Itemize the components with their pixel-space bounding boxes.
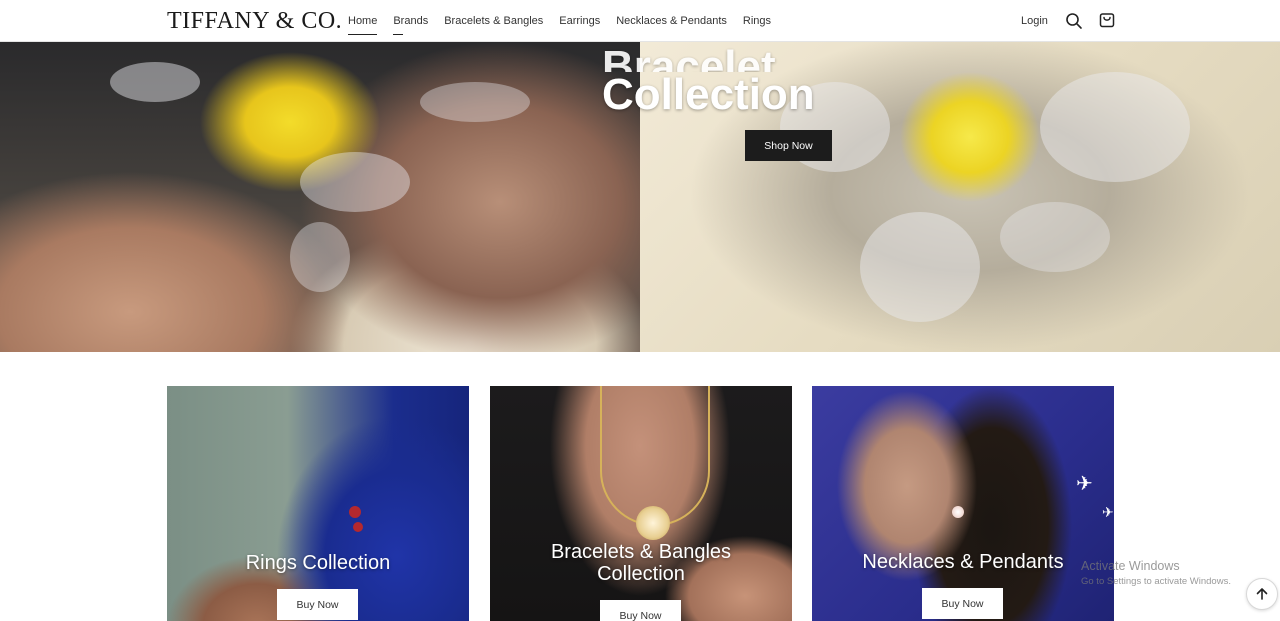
main-nav: Home Brands Bracelets & Bangles Earrings… xyxy=(348,0,787,42)
nav-bracelets-bangles[interactable]: Bracelets & Bangles xyxy=(444,14,543,28)
watermark-subtitle: Go to Settings to activate Windows. xyxy=(1081,576,1231,587)
arrow-up-icon xyxy=(1256,588,1268,600)
scroll-to-top-button[interactable] xyxy=(1246,578,1278,610)
nav-earrings[interactable]: Earrings xyxy=(559,14,600,28)
card-title-line1: Bracelets & Bangles xyxy=(550,541,732,563)
site-header: TIFFANY & CO. Home Brands Bracelets & Ba… xyxy=(0,0,1280,42)
airplane-icon: ✈ xyxy=(1076,473,1093,495)
earring-decoration xyxy=(952,506,964,518)
hero-image-left xyxy=(0,42,640,352)
charm-decoration xyxy=(349,506,361,518)
nav-brands[interactable]: Brands xyxy=(393,14,428,35)
search-icon[interactable] xyxy=(1065,12,1083,30)
watermark-title: Activate Windows xyxy=(1081,559,1180,573)
necklace-decoration xyxy=(600,386,710,526)
buy-now-button[interactable]: Buy Now xyxy=(600,600,681,621)
pendant-decoration xyxy=(636,506,670,540)
hero-title-line1: Bracelet xyxy=(602,44,776,72)
bracelets-bangles-card[interactable]: Bracelets & Bangles Collection Buy Now xyxy=(490,386,792,621)
hero-title: Bracelet Collection xyxy=(602,44,842,119)
buy-now-button[interactable]: Buy Now xyxy=(277,589,358,620)
nav-necklaces-pendants[interactable]: Necklaces & Pendants xyxy=(616,14,727,28)
card-title: Necklaces & Pendants xyxy=(862,551,1064,573)
card-title: Bracelets & Bangles Collection xyxy=(490,541,792,585)
nav-rings[interactable]: Rings xyxy=(743,14,771,28)
nav-home[interactable]: Home xyxy=(348,14,378,35)
shopping-bag-icon[interactable] xyxy=(1098,11,1116,29)
shop-now-button[interactable]: Shop Now xyxy=(745,130,832,161)
charm-decoration xyxy=(353,522,363,532)
airplane-icon: ✈ xyxy=(1102,504,1114,520)
login-link[interactable]: Login xyxy=(1021,14,1048,28)
brand-logo[interactable]: TIFFANY & CO. xyxy=(167,6,342,36)
card-title-line2: Collection xyxy=(597,563,685,585)
necklaces-pendants-card[interactable]: ✈ ✈ Necklaces & Pendants Buy Now xyxy=(812,386,1114,621)
buy-now-button[interactable]: Buy Now xyxy=(922,588,1003,619)
hero-title-line2: Collection xyxy=(602,70,815,119)
rings-collection-card[interactable]: Rings Collection Buy Now xyxy=(167,386,469,621)
hero-banner: Bracelet Collection Shop Now xyxy=(0,42,1280,352)
activate-windows-watermark: Activate Windows Go to Settings to activ… xyxy=(1081,559,1231,588)
card-title: Rings Collection xyxy=(245,552,391,574)
